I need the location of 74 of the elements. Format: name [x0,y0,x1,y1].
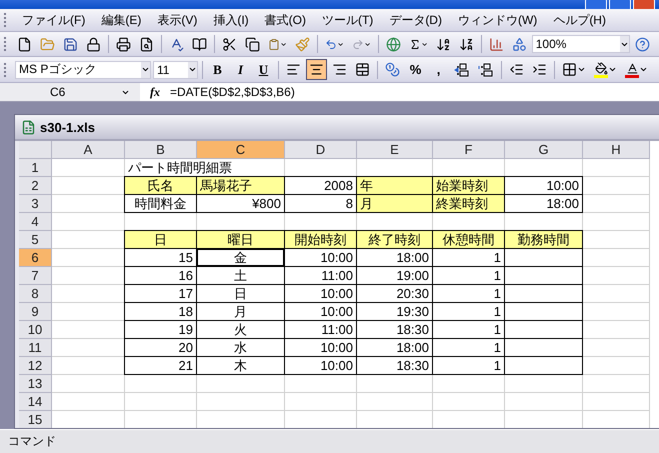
column-header[interactable]: E [357,141,433,159]
row-header[interactable]: 7 [19,267,52,285]
row-header[interactable]: 3 [19,195,52,213]
row-header[interactable]: 9 [19,303,52,321]
insert-function-button[interactable]: fx [140,84,170,100]
menu-item[interactable]: ファイル(F) [15,10,92,30]
menu-item[interactable]: ウィンドウ(W) [450,10,544,30]
menu-item[interactable]: 表示(V) [150,10,204,30]
font-field[interactable]: MS Pゴシック [15,60,151,78]
table-cell: 年 [357,177,433,195]
column-header[interactable]: D [285,141,357,159]
row-header[interactable]: 1 [19,159,52,177]
table-cell: 木 [197,357,285,375]
table-cell: 曜日 [197,231,285,249]
row-header[interactable]: 11 [19,339,52,357]
column-header[interactable]: H [583,141,650,159]
caret-icon[interactable] [577,65,586,74]
menu-item[interactable]: データ(D) [382,10,449,30]
name-box[interactable]: C6 [0,83,140,101]
table-cell: 時間料金 [125,195,197,213]
menu-item[interactable]: ヘルプ(H) [546,10,613,30]
column-header[interactable]: C [197,141,285,159]
row-header[interactable]: 8 [19,285,52,303]
menu-item[interactable]: 書式(O) [258,10,313,30]
column-header[interactable]: F [433,141,505,159]
bold-button[interactable]: B [207,59,228,80]
row-header[interactable]: 15 [19,411,52,428]
caret-icon[interactable] [608,65,617,74]
row-header[interactable]: 5 [19,231,52,249]
selected-cell: 金 [197,249,285,267]
italic-button[interactable]: I [230,59,251,80]
table-cell: 10:00 [505,177,583,195]
row-header[interactable]: 4 [19,213,52,231]
caret-icon[interactable] [141,65,150,74]
font-size-field[interactable]: 11 [153,60,198,78]
workbook-title: s30-1.xls [40,120,95,134]
column-header[interactable]: A [52,141,125,159]
row-header[interactable]: 6 [19,249,52,267]
table-cell: 日 [125,231,197,249]
table-cell: 休憩時間 [433,231,505,249]
font-color-icon[interactable] [626,62,638,74]
table-cell: 開始時刻 [285,231,357,249]
caret-icon[interactable] [639,65,648,74]
menu-item[interactable]: 編集(E) [94,10,148,30]
zoom-field[interactable]: 100% [532,35,630,53]
column-header[interactable]: G [505,141,583,159]
row-header[interactable]: 2 [19,177,52,195]
row-header[interactable]: 12 [19,357,52,375]
column-header[interactable]: B [125,141,197,159]
table-cell: 勤務時間 [505,231,583,249]
paint-bucket-icon[interactable] [594,62,608,74]
number-format-button[interactable]: % [405,59,426,80]
table-cell: 月 [357,195,433,213]
table-cell: 21 [125,357,197,375]
number-format-button[interactable]: , [428,59,449,80]
caret-icon[interactable] [188,65,197,74]
table-cell: 終業時刻 [433,195,505,213]
table-cell: 終了時刻 [357,231,433,249]
clipboard-icon[interactable] [268,36,280,52]
table-cell: パート時間明細票 [125,159,285,177]
row-header[interactable]: 10 [19,321,52,339]
table-cell: 馬場花子 [197,177,285,195]
row-header[interactable]: 14 [19,393,52,411]
status-text: コマンド [8,433,56,450]
formula-field[interactable]: =DATE($D$2,$D$3,B6) [170,85,295,99]
table-cell: 氏名 [125,177,197,195]
menu-item[interactable]: 挿入(I) [206,10,256,30]
borders-icon[interactable] [562,62,577,77]
table-cell: 始業時刻 [433,177,505,195]
menu-item[interactable]: ツール(T) [314,10,380,30]
table-cell: 18:00 [505,195,583,213]
underline-button[interactable]: U [253,59,274,80]
row-header[interactable]: 13 [19,375,52,393]
spreadsheet-icon [21,120,36,134]
